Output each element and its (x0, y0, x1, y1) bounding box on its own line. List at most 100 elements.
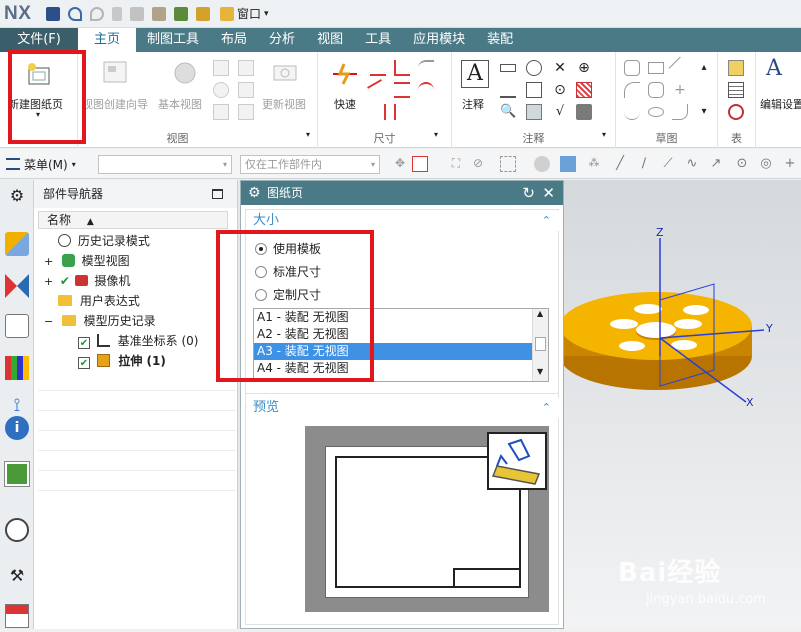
checkbox-checked-icon[interactable]: ✔ (78, 357, 90, 369)
list-scrollbar[interactable]: ▲ ▼ (532, 309, 548, 381)
constraint-navigator-icon[interactable] (5, 274, 29, 298)
thickness-dim-icon[interactable] (394, 82, 410, 98)
projected-view-icon[interactable] (213, 60, 229, 76)
chevron-down-icon[interactable]: ▼ (537, 367, 543, 376)
save-icon[interactable] (46, 6, 60, 21)
tree-item-cameras[interactable]: + ✔ 摄像机 (44, 271, 131, 291)
checkbox-checked-icon[interactable]: ✔ (78, 337, 90, 349)
process-studio-icon[interactable]: ⚒ (5, 564, 29, 588)
view-boundary-icon[interactable] (238, 104, 254, 120)
deselect-icon[interactable]: ⊘ (470, 156, 486, 172)
note-button[interactable]: A 注释 (458, 58, 492, 114)
polygon-icon[interactable] (648, 82, 664, 98)
tab-analysis[interactable]: 分析 (258, 28, 306, 52)
detail-view-icon[interactable] (213, 82, 229, 98)
angular-dim-icon[interactable] (367, 79, 389, 101)
tab-layout[interactable]: 布局 (210, 28, 258, 52)
center-mark-icon[interactable]: ⊕ (576, 60, 592, 76)
quadrant-select-icon[interactable]: ◎ (758, 156, 774, 172)
chevron-down-icon[interactable]: ▾ (696, 104, 712, 120)
sketch-more-icon[interactable]: ▴ (696, 60, 712, 76)
roles-icon[interactable] (5, 604, 29, 628)
tab-application[interactable]: 应用模块 (402, 28, 476, 52)
tab-view[interactable]: 视图 (306, 28, 354, 52)
hatch-icon[interactable] (576, 82, 592, 98)
view-wizard-label[interactable]: 视图创建向导 (82, 96, 148, 112)
surface-finish-icon[interactable] (500, 82, 516, 98)
component-select-icon[interactable]: ⁂ (586, 156, 602, 172)
scroll-thumb[interactable] (535, 337, 546, 351)
insert-icon[interactable] (174, 6, 188, 21)
fillet-icon[interactable] (672, 104, 688, 120)
line-icon[interactable] (668, 56, 692, 80)
balloon-icon[interactable] (728, 104, 744, 120)
part-navigator-icon[interactable] (5, 314, 29, 338)
tab-tools[interactable]: 工具 (354, 28, 402, 52)
point-select-icon[interactable]: ↗ (708, 156, 724, 172)
curve-select-icon[interactable]: ╱ (612, 156, 628, 172)
body-select-icon[interactable] (560, 156, 576, 172)
tree-item-model-history[interactable]: − 模型历史记录 (44, 311, 156, 331)
selection-scope-combo[interactable]: 仅在工作部件内 ▾ (240, 155, 380, 174)
cross-icon[interactable]: ✕ (552, 60, 568, 76)
add-point-icon[interactable]: + (782, 156, 798, 172)
edit-settings-icon[interactable]: A (766, 56, 782, 81)
tab-assembly[interactable]: 装配 (476, 28, 524, 52)
center-select-icon[interactable]: ⊙ (734, 156, 750, 172)
assembly-navigator-icon[interactable] (5, 232, 29, 256)
undo-icon[interactable] (68, 6, 82, 21)
globe-icon[interactable] (4, 461, 30, 487)
datum-feature-icon[interactable] (526, 60, 542, 76)
feature-control-frame-icon[interactable] (500, 64, 516, 72)
chamfer-dim-icon[interactable] (418, 60, 434, 76)
break-view-icon[interactable] (238, 82, 254, 98)
radial-dim-icon[interactable] (394, 60, 410, 76)
point-icon[interactable]: + (672, 82, 688, 98)
reset-icon[interactable]: ↻ (522, 181, 535, 205)
tree-item-history-mode[interactable]: 历史记录模式 (44, 231, 150, 251)
size-section-header[interactable]: 大小 ⌃ (247, 211, 559, 231)
collapse-icon[interactable]: − (44, 312, 56, 332)
arc-icon[interactable] (624, 82, 640, 98)
tree-item-datum-csys[interactable]: ✔ 基准坐标系 (0) (78, 331, 198, 351)
history-icon[interactable] (5, 518, 29, 542)
line-select-icon[interactable]: ∕ (636, 156, 652, 172)
table-note-icon[interactable] (728, 60, 744, 76)
edge-select-icon[interactable]: ⟋ (660, 156, 676, 172)
expand-icon[interactable]: + (44, 272, 56, 292)
gear-icon[interactable]: ⚙ (248, 181, 261, 205)
arc-length-icon[interactable] (418, 82, 434, 98)
profile-icon[interactable] (624, 60, 640, 76)
ordinate-dim-icon[interactable] (394, 104, 410, 120)
menu-button[interactable]: 菜单(M) ▾ (6, 155, 76, 173)
paste-icon[interactable] (152, 6, 166, 21)
perimeter-dim-icon[interactable] (370, 104, 386, 120)
spline-icon[interactable] (624, 104, 640, 120)
section-view-icon[interactable] (238, 60, 254, 76)
parts-list-icon[interactable] (728, 82, 744, 98)
tab-drafting-tools[interactable]: 制图工具 (136, 28, 210, 52)
expand-icon[interactable]: + (44, 252, 56, 272)
window-menu[interactable]: 窗口 ▾ (220, 5, 269, 22)
edit-settings-label[interactable]: 编辑设置 (760, 96, 801, 112)
cut-icon[interactable] (112, 6, 122, 21)
face-select-icon[interactable] (534, 156, 550, 172)
tree-item-model-views[interactable]: + 模型视图 (44, 251, 130, 271)
symbol-icon[interactable]: √ (552, 104, 568, 120)
weld-symbol-icon[interactable] (526, 82, 542, 98)
area-fill-icon[interactable] (576, 104, 592, 120)
type-filter-combo[interactable]: ▾ (98, 155, 232, 174)
tree-item-extrude[interactable]: ✔ 拉伸 (1) (78, 351, 166, 371)
base-view-label[interactable]: 基本视图 (158, 96, 202, 112)
rectangle-icon[interactable] (648, 62, 664, 74)
redo-icon[interactable] (90, 6, 104, 21)
web-browser-icon[interactable]: ⟟ (5, 394, 29, 418)
tab-home[interactable]: 主页 (78, 28, 137, 52)
view-style-icon[interactable] (213, 104, 229, 120)
spline-select-icon[interactable]: ∿ (684, 156, 700, 172)
preview-section-header[interactable]: 预览 ⌃ (247, 398, 559, 418)
search-icon[interactable]: 🔍 (500, 104, 516, 120)
repeat-command-icon[interactable] (196, 6, 210, 21)
reuse-library-icon[interactable] (5, 356, 29, 380)
snap-icon[interactable]: ✥ (392, 156, 408, 172)
